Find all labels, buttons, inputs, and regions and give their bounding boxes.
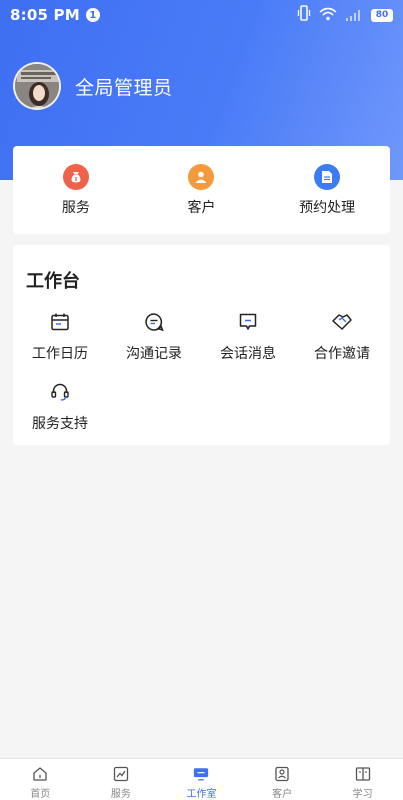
- person-icon: [188, 163, 215, 190]
- workbench-item-cooperation[interactable]: 合作邀请: [295, 311, 389, 381]
- user-name: 全局管理员: [75, 76, 173, 99]
- workbench-item-label: 服务支持: [32, 416, 88, 432]
- quick-actions-card: ¥ 服务 客户 预约处理: [13, 146, 390, 234]
- nav-label: 首页: [30, 789, 51, 800]
- headset-icon: [49, 381, 71, 403]
- workbench-item-label: 合作邀请: [314, 346, 370, 362]
- workbench-item-label: 工作日历: [32, 346, 88, 362]
- workbench-card: 工作台 工作日历 沟通记录 会话消息 合作邀请 服务支持: [13, 245, 390, 445]
- message-icon: [237, 311, 259, 333]
- status-bar: 8:05 PM 1 80: [0, 0, 403, 30]
- nav-label: 服务: [110, 789, 131, 800]
- quick-action-customer[interactable]: 客户: [146, 163, 256, 217]
- book-icon: [355, 766, 371, 782]
- notification-badge: 1: [85, 8, 100, 22]
- calendar-icon: [49, 311, 71, 333]
- quick-action-appointment[interactable]: 预约处理: [272, 163, 382, 217]
- workbench-row: 服务支持: [13, 381, 390, 451]
- quick-action-service[interactable]: ¥ 服务: [21, 163, 131, 217]
- nav-label: 工作室: [186, 789, 217, 800]
- battery-icon: 80: [371, 8, 393, 22]
- contact-card-icon: [274, 766, 290, 782]
- workbench-title: 工作台: [26, 271, 80, 292]
- nav-item-customer[interactable]: 客户: [242, 759, 323, 800]
- document-icon: [314, 163, 341, 190]
- nav-item-studio[interactable]: 工作室: [161, 759, 242, 800]
- money-bag-icon: ¥: [62, 163, 89, 190]
- workbench-grid: 工作日历 沟通记录 会话消息 合作邀请 服务支持: [13, 311, 390, 451]
- workbench-item-label: 沟通记录: [126, 346, 182, 362]
- workbench-item-messages[interactable]: 会话消息: [201, 311, 295, 381]
- quick-action-label: 服务: [61, 199, 90, 216]
- workbench-row: 工作日历 沟通记录 会话消息 合作邀请: [13, 311, 390, 381]
- signal-icon: [345, 6, 363, 25]
- nav-label: 客户: [272, 789, 293, 800]
- nav-label: 学习: [352, 789, 373, 800]
- quick-action-label: 预约处理: [299, 199, 356, 216]
- monitor-icon: [193, 766, 209, 782]
- status-left: 8:05 PM 1: [10, 6, 100, 24]
- nav-item-service[interactable]: 服务: [81, 759, 162, 800]
- workbench-item-label: 会话消息: [220, 346, 276, 362]
- status-right: 80: [297, 5, 393, 25]
- workbench-item-calendar[interactable]: 工作日历: [13, 311, 107, 381]
- chart-icon: [113, 766, 129, 782]
- chat-bubble-icon: [143, 311, 165, 333]
- svg-text:¥: ¥: [74, 176, 77, 182]
- wifi-icon: [319, 6, 337, 25]
- nav-item-home[interactable]: 首页: [0, 759, 81, 800]
- vibrate-icon: [297, 5, 311, 25]
- home-icon: [32, 766, 48, 782]
- handshake-icon: [331, 311, 353, 333]
- workbench-item-communication[interactable]: 沟通记录: [107, 311, 201, 381]
- workbench-item-support[interactable]: 服务支持: [13, 381, 107, 451]
- bottom-nav: 首页 服务 工作室 客户 学习: [0, 758, 403, 800]
- nav-item-learn[interactable]: 学习: [322, 759, 403, 800]
- avatar[interactable]: [13, 62, 61, 110]
- profile-header[interactable]: 全局管理员: [13, 62, 173, 110]
- status-time: 8:05 PM: [10, 6, 80, 24]
- quick-action-label: 客户: [187, 199, 216, 216]
